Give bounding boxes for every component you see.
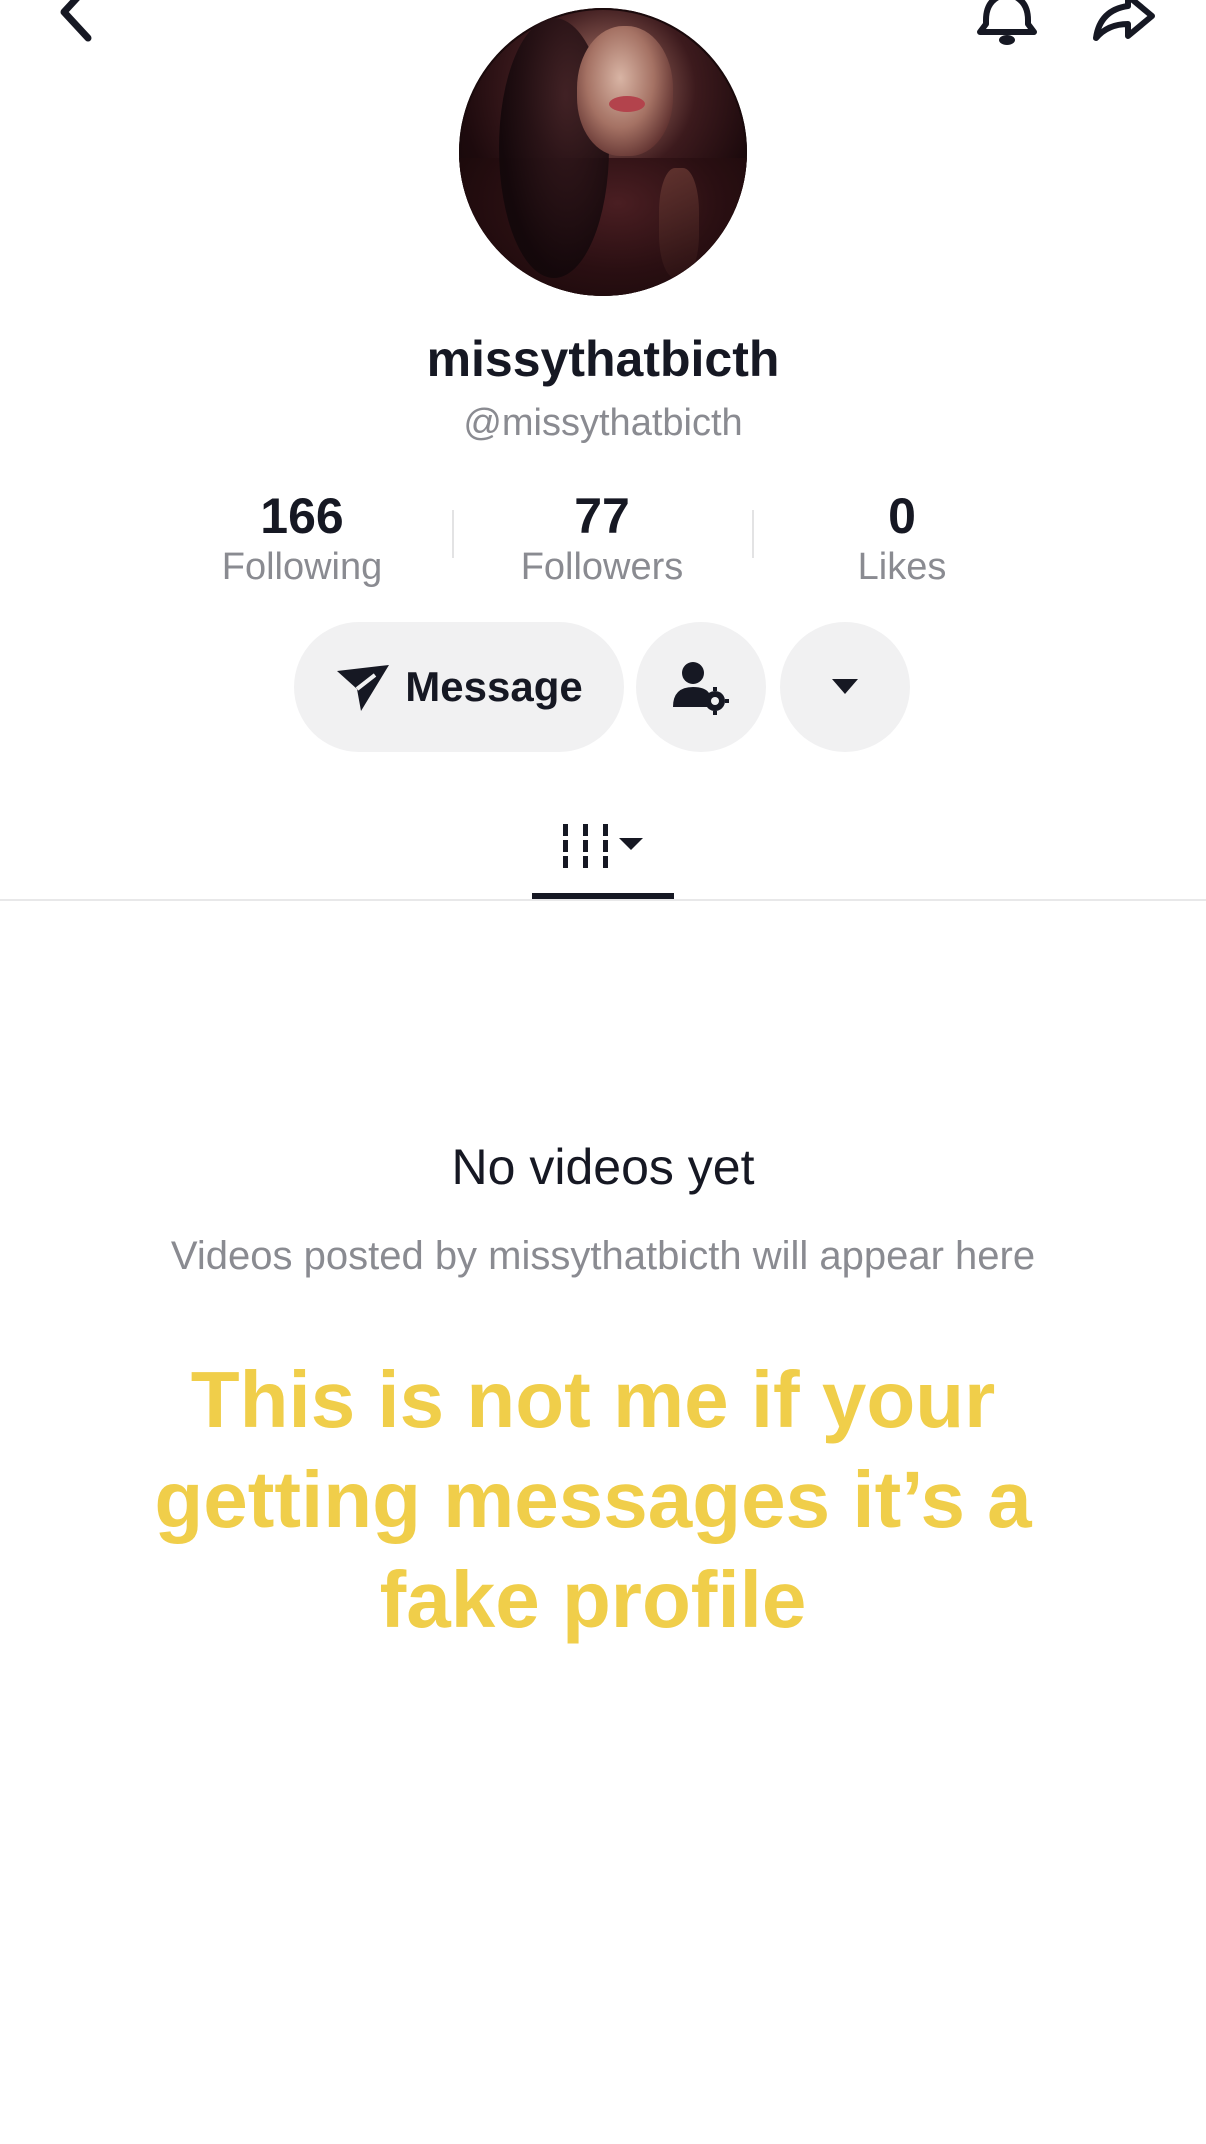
avatar-face	[577, 26, 673, 156]
bell-icon[interactable]	[972, 0, 1042, 50]
video-grid-icon	[563, 824, 643, 868]
followers-label: Followers	[520, 546, 684, 588]
likes-count: 0	[888, 488, 916, 544]
likes-label: Likes	[857, 546, 947, 588]
message-button-label: Message	[405, 663, 583, 710]
display-name: missythatbicth	[426, 331, 780, 387]
username-handle: @missythatbicth	[463, 402, 743, 444]
tab-divider	[0, 899, 1206, 901]
stat-likes[interactable]: 0 Likes	[752, 488, 1052, 590]
follow-settings-button[interactable]	[636, 622, 766, 752]
followers-count: 77	[574, 488, 630, 544]
caret-down-icon	[832, 679, 858, 694]
overlay-caption: This is not me if your getting messages …	[154, 1355, 1032, 1644]
profile-stats: 166 Following 77 Followers 0 Likes	[0, 488, 1206, 598]
profile-page: missythatbicth @missythatbicth 166 Follo…	[0, 0, 1206, 2144]
message-button[interactable]: Message	[294, 622, 624, 752]
user-settings-icon	[673, 662, 729, 715]
share-icon[interactable]	[1090, 0, 1160, 50]
send-icon	[337, 665, 390, 711]
following-count: 166	[260, 488, 344, 544]
tab-videos[interactable]	[532, 800, 674, 896]
empty-state-title: No videos yet	[451, 1139, 755, 1195]
stat-following[interactable]: 166 Following	[152, 488, 452, 590]
following-label: Following	[221, 546, 383, 588]
back-arrow-icon[interactable]	[50, 0, 120, 50]
avatar-detail	[659, 168, 699, 278]
avatar[interactable]	[459, 8, 747, 296]
avatar-lips	[609, 96, 645, 112]
more-dropdown-button[interactable]	[780, 622, 910, 752]
stat-followers[interactable]: 77 Followers	[452, 488, 752, 590]
empty-state-subtitle: Videos posted by missythatbicth will app…	[170, 1234, 1036, 1278]
